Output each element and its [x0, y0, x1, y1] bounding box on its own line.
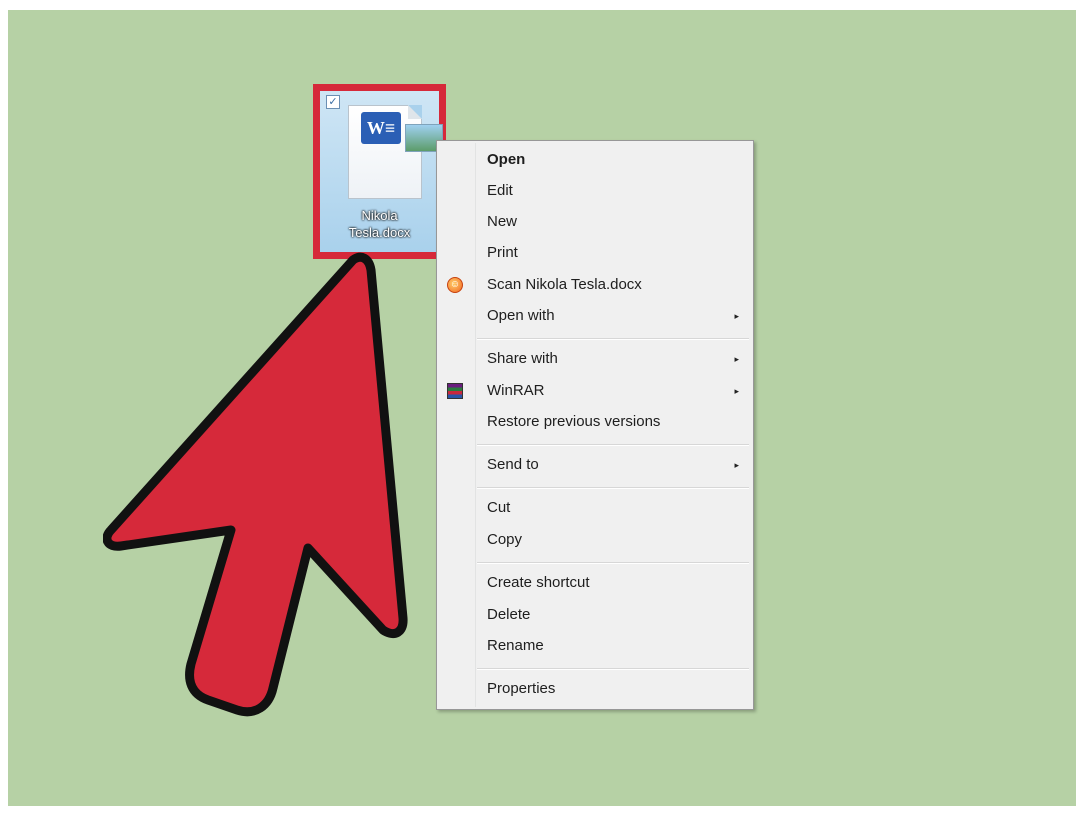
menu-item-cut[interactable]: Cut — [439, 493, 751, 523]
menu-item-winrar[interactable]: WinRAR ▸ — [439, 376, 751, 406]
menu-item-copy[interactable]: Copy — [439, 525, 751, 555]
desktop[interactable]: ✓ W≡ Nikola Tesla.docx Open Edit New Pri… — [8, 10, 1076, 806]
antivirus-scan-icon: ☺ — [447, 277, 463, 293]
menu-item-open-with[interactable]: Open with ▸ — [439, 301, 751, 331]
menu-item-restore-previous-versions[interactable]: Restore previous versions — [439, 407, 751, 437]
word-document-icon: W≡ — [348, 105, 443, 199]
file-name-line1: Nikola — [361, 208, 398, 223]
menu-separator — [477, 444, 749, 446]
selection-checkbox[interactable]: ✓ — [326, 95, 340, 109]
menu-item-share-with[interactable]: Share with ▸ — [439, 344, 751, 374]
page-fold — [408, 105, 422, 119]
menu-separator — [477, 668, 749, 670]
menu-item-open[interactable]: Open — [439, 145, 751, 175]
menu-separator — [477, 562, 749, 564]
menu-item-rename[interactable]: Rename — [439, 631, 751, 661]
menu-item-delete[interactable]: Delete — [439, 600, 751, 630]
menu-separator — [477, 487, 749, 489]
file-name-label: Nikola Tesla.docx — [320, 207, 439, 241]
menu-item-scan[interactable]: ☺ Scan Nikola Tesla.docx — [439, 270, 751, 300]
red-arrow-pointer-icon — [103, 252, 408, 717]
context-menu: Open Edit New Print ☺ Scan Nikola Tesla.… — [436, 140, 754, 710]
word-badge-icon: W≡ — [361, 112, 401, 144]
menu-item-properties[interactable]: Properties — [439, 674, 751, 704]
menu-item-create-shortcut[interactable]: Create shortcut — [439, 568, 751, 598]
submenu-arrow-icon: ▸ — [734, 354, 739, 364]
winrar-icon — [447, 383, 463, 399]
submenu-arrow-icon: ▸ — [734, 460, 739, 470]
submenu-arrow-icon: ▸ — [734, 311, 739, 321]
menu-item-new[interactable]: New — [439, 207, 751, 237]
submenu-arrow-icon: ▸ — [734, 386, 739, 396]
file-icon-nikola-tesla-docx[interactable]: ✓ W≡ Nikola Tesla.docx — [313, 84, 446, 259]
menu-separator — [477, 338, 749, 340]
menu-item-send-to[interactable]: Send to ▸ — [439, 450, 751, 480]
menu-item-print[interactable]: Print — [439, 238, 751, 268]
file-name-line2: Tesla.docx — [348, 225, 411, 240]
menu-item-edit[interactable]: Edit — [439, 176, 751, 206]
